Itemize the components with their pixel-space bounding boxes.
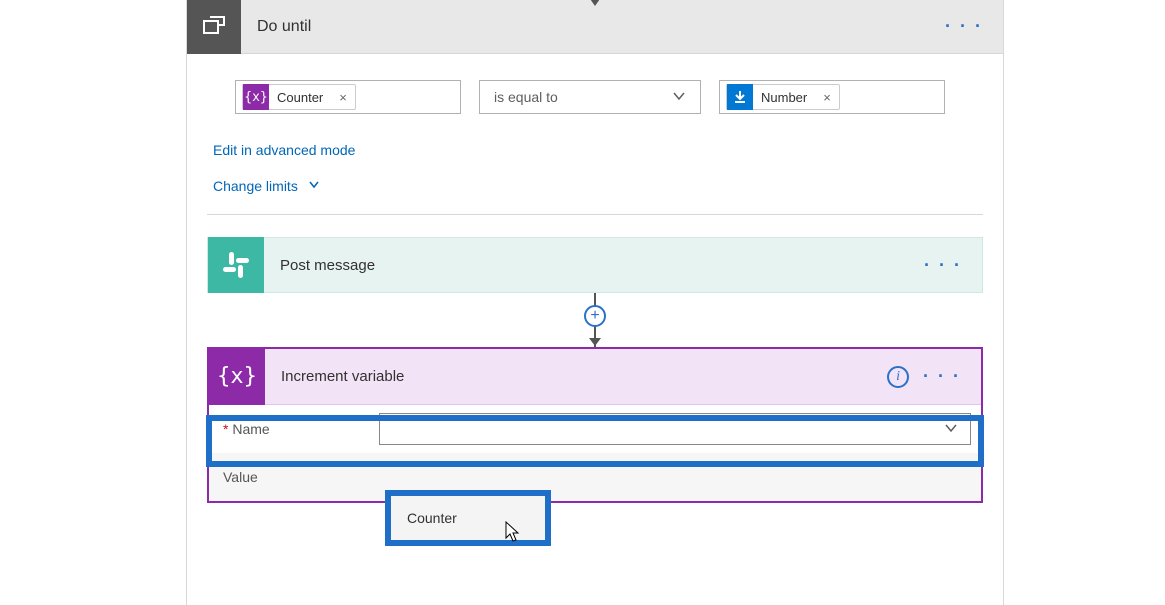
loop-icon [187, 0, 241, 54]
divider [207, 214, 983, 215]
token-counter[interactable]: {x} Counter × [242, 84, 356, 110]
change-limits-link[interactable]: Change limits [213, 168, 320, 204]
variable-icon: {x} [209, 349, 265, 405]
add-step-button[interactable]: + [584, 305, 606, 327]
value-field-label: Value [219, 469, 379, 485]
input-icon [727, 84, 753, 110]
post-message-card[interactable]: Post message · · · [207, 237, 983, 293]
operator-label: is equal to [494, 89, 558, 105]
menu-icon[interactable]: · · · [924, 255, 962, 276]
condition-operator-select[interactable]: is equal to [479, 80, 701, 114]
post-message-title: Post message [264, 257, 924, 274]
value-field-input[interactable] [379, 461, 971, 493]
increment-variable-card: {x} Increment variable i · · · * Name [207, 347, 983, 503]
chevron-down-icon [308, 178, 320, 194]
variable-icon: {x} [243, 84, 269, 110]
name-field-row: * Name [209, 405, 981, 453]
increment-variable-title: Increment variable [265, 368, 887, 385]
menu-icon[interactable]: · · · [923, 366, 961, 387]
edit-advanced-link[interactable]: Edit in advanced mode [213, 132, 355, 168]
condition-row: {x} Counter × is equal to Number × [187, 54, 1003, 124]
value-field-row: Value [209, 453, 981, 501]
remove-token-icon[interactable]: × [815, 90, 839, 105]
chevron-down-icon [672, 89, 686, 106]
info-icon[interactable]: i [887, 366, 909, 388]
remove-token-icon[interactable]: × [331, 90, 355, 105]
name-field-select[interactable] [379, 413, 971, 445]
condition-left-input[interactable]: {x} Counter × [235, 80, 461, 114]
connector: + [207, 293, 983, 347]
name-dropdown: Counter [385, 490, 551, 546]
slack-icon [208, 237, 264, 293]
dropdown-option-counter[interactable]: Counter [391, 496, 545, 540]
condition-right-input[interactable]: Number × [719, 80, 945, 114]
do-until-title: Do until [241, 18, 945, 36]
token-number[interactable]: Number × [726, 84, 840, 110]
arrow-down-icon [588, 333, 602, 349]
arrow-down-icon [587, 0, 603, 9]
chevron-down-icon [944, 421, 958, 438]
name-field-label: * Name [219, 421, 379, 437]
menu-icon[interactable]: · · · [945, 16, 983, 37]
increment-variable-header[interactable]: {x} Increment variable i · · · [209, 349, 981, 405]
